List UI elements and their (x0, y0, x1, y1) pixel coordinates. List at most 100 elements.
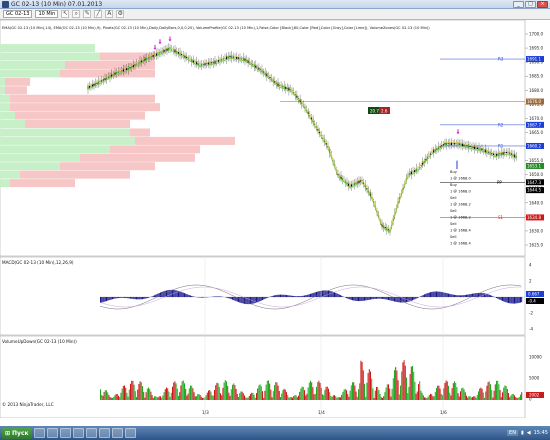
window-title: GC 02-13 (10 Min) 07.01.2013 (11, 1, 103, 8)
taskbar-app-4-icon[interactable] (72, 428, 84, 438)
macd-histogram-bar (176, 290, 178, 297)
start-button[interactable]: ⊞ Пуск (2, 427, 32, 439)
chart-area[interactable]: R3 R2 R1 PP S1 Buy 1 @ 1668.0 Buy 1 @ 1668.0 Sel… (0, 20, 550, 418)
macd-histogram-bar (336, 293, 338, 297)
volume-bar (451, 388, 453, 400)
volume-bar (209, 390, 211, 400)
candle-body (349, 185, 351, 187)
macd-histogram-bar (184, 293, 185, 297)
volume-bar (109, 397, 111, 400)
macd-histogram-bar (444, 292, 446, 297)
network-icon[interactable]: ▮ (521, 430, 524, 436)
cursor-icon[interactable]: ↖ (61, 10, 70, 18)
macd-histogram-bar (152, 295, 154, 297)
volume-bar (338, 397, 340, 400)
macd-histogram-bar (190, 295, 191, 297)
volume-icon[interactable]: ◀ (527, 430, 531, 436)
price-tick-label: 1670.0 (529, 116, 543, 121)
macd-histogram-bar (266, 297, 268, 298)
volume-bar (120, 392, 122, 400)
candle-body (470, 146, 473, 148)
volume-bar (168, 391, 170, 400)
volume-bar (179, 392, 181, 400)
taskbar-app-3-icon[interactable] (59, 428, 71, 438)
candle-body (129, 67, 131, 69)
maximize-button[interactable]: □ (525, 1, 536, 8)
macd-histogram-bar (518, 297, 520, 303)
candle-body (117, 71, 119, 73)
position-left: 20.7 (370, 109, 379, 114)
volume-bar (241, 391, 243, 400)
volume-bar (227, 385, 229, 400)
volume-bar (473, 396, 475, 400)
candle-body (384, 226, 386, 229)
volume-bar (470, 397, 472, 400)
macd-histogram-bar (511, 297, 513, 304)
macd-histogram-bar (140, 297, 142, 300)
volume-bar (419, 381, 421, 400)
volume-bar (103, 391, 105, 400)
macd-histogram-bar (428, 292, 430, 297)
properties-icon[interactable]: ⚙ (116, 10, 125, 18)
taskbar-app-6-icon[interactable] (98, 428, 110, 438)
volume-bar (439, 388, 441, 400)
candle-body (282, 85, 284, 88)
volume-bar (467, 397, 469, 400)
volume-bar (289, 397, 291, 400)
candle-body (102, 79, 104, 81)
volume-bar (347, 393, 349, 400)
volume-bar (290, 397, 292, 400)
language-indicator[interactable]: EN (507, 430, 518, 436)
volume-bar (216, 382, 218, 400)
taskbar-app-8-icon[interactable] (124, 428, 136, 438)
volume-bar (312, 387, 314, 400)
volume-bar (214, 389, 215, 400)
taskbar-app-1-icon[interactable] (33, 428, 45, 438)
chart-canvas[interactable]: R3 R2 R1 PP S1 Buy 1 @ 1668.0 Buy 1 @ 1668.0 Sel… (0, 20, 550, 418)
volume-bar (184, 383, 185, 400)
macd-histogram-bar (238, 297, 239, 303)
taskbar-app-5-icon[interactable] (85, 428, 97, 438)
volume-bar (157, 397, 159, 400)
macd-histogram-bar (158, 293, 160, 297)
volume-bar (166, 387, 167, 400)
volume-bar (361, 362, 363, 400)
price-marker-label: 1691.1 (527, 57, 541, 62)
instrument-selector[interactable]: GC 02-13 (3, 10, 33, 18)
macd-histogram-bar (410, 297, 412, 301)
system-tray: EN ▮ ◀ 15:45 (507, 427, 548, 439)
volume-bar (199, 395, 201, 400)
macd-histogram-bar (257, 297, 259, 303)
taskbar-app-7-icon[interactable] (111, 428, 123, 438)
volume-bar (264, 390, 266, 400)
macd-histogram-bar (264, 297, 266, 299)
line-icon[interactable]: ╱ (94, 10, 103, 18)
volume-bar (124, 385, 125, 400)
volume-bar (443, 388, 445, 400)
volume-bar (234, 384, 236, 400)
price-marker-label: 1644.5 (527, 188, 541, 193)
macd-histogram-bar (377, 297, 379, 299)
minimize-button[interactable]: _ (513, 1, 524, 8)
price-tick-label: 1695.0 (529, 46, 543, 51)
volume-bar (276, 382, 278, 400)
zoom-icon[interactable]: ⌕ (72, 10, 81, 18)
text-icon[interactable]: A (105, 10, 114, 18)
volume-bar (401, 371, 403, 400)
volume-bar (497, 380, 499, 400)
price-marker-label: 1653.1 (527, 163, 541, 168)
volume-bar (388, 384, 389, 400)
taskbar-app-2-icon[interactable] (46, 428, 58, 438)
volume-bar (182, 380, 184, 400)
macd-histogram-bar (322, 290, 323, 297)
volume-bar (420, 390, 422, 400)
volume-bar (440, 393, 442, 400)
clock[interactable]: 15:45 (534, 430, 548, 436)
close-button[interactable]: × (537, 1, 548, 8)
volume-bar (137, 389, 139, 400)
draw-icon[interactable]: ✎ (83, 10, 92, 18)
macd-histogram-bar (424, 294, 425, 297)
volume-profile-green (0, 77, 5, 86)
volume-bar (257, 388, 259, 400)
interval-selector[interactable]: 10 Min (35, 10, 59, 18)
